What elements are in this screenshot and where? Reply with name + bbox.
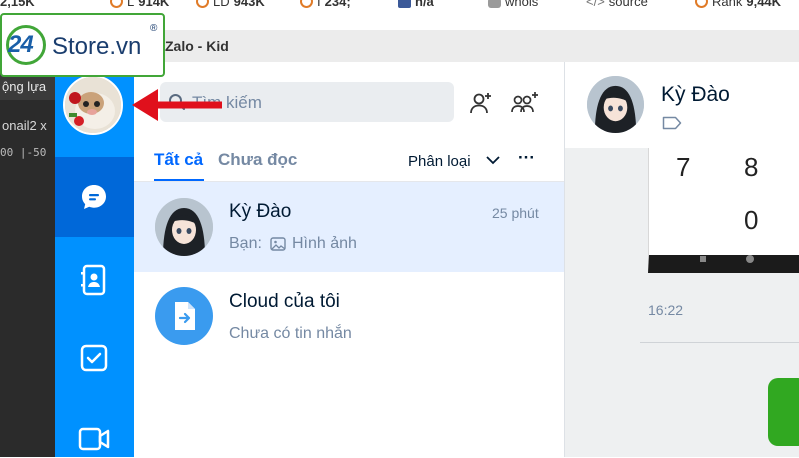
user-avatar[interactable] — [63, 75, 123, 135]
window-title: Zalo - Kid — [165, 38, 229, 54]
conversation-preview: Chưa có tin nhắn — [229, 325, 352, 342]
stat-item[interactable]: </> source — [586, 0, 648, 9]
conversation-name: Cloud của tôi — [229, 291, 340, 312]
background-ruler: 00 |-50 — [0, 146, 47, 159]
site-logo: 24 Store.vn ® — [0, 13, 165, 77]
keypad-key: 0 — [744, 205, 759, 235]
background-window: ộng lựa onail2 x 00 |-50 — [0, 30, 55, 457]
facebook-icon — [398, 0, 411, 8]
filter-dropdown[interactable]: Phân loại — [408, 153, 471, 170]
add-friend-icon[interactable] — [468, 90, 494, 116]
image-icon — [270, 237, 286, 251]
video-icon[interactable] — [78, 425, 110, 453]
tab-all[interactable]: Tất cả — [154, 150, 203, 170]
window-titlebar: Zalo - Kid — [55, 30, 799, 63]
stat-item[interactable]: LD 943K — [196, 0, 265, 9]
person-icon — [488, 0, 501, 8]
nav-home-icon — [746, 255, 754, 263]
create-group-icon[interactable] — [510, 90, 540, 116]
cloud-avatar — [155, 287, 213, 345]
stat-item[interactable]: 2,15K — [0, 0, 35, 9]
tab-unread[interactable]: Chưa đọc — [218, 150, 297, 170]
tag-icon[interactable] — [662, 116, 682, 130]
conversation-sender: Bạn: — [229, 235, 262, 252]
conversation-time: 25 phút — [492, 205, 539, 221]
stat-item[interactable]: L 914K — [110, 0, 169, 9]
nav-square-icon — [700, 256, 706, 262]
conversation-name: Kỳ Đào — [229, 201, 292, 222]
search-input[interactable] — [190, 82, 444, 124]
chat-contact-name: Kỳ Đào — [661, 83, 730, 106]
orange-circle-icon — [695, 0, 708, 8]
stat-item[interactable]: whois — [488, 0, 538, 9]
logo-text: Store.vn — [52, 33, 142, 60]
registered-mark: ® — [150, 23, 158, 34]
contacts-icon[interactable] — [80, 264, 108, 296]
cloud-file-icon — [175, 302, 195, 330]
orange-circle-icon — [110, 0, 123, 8]
red-arrow-icon — [132, 89, 222, 121]
green-action-button[interactable] — [768, 378, 799, 446]
background-text: ộng lựa — [0, 74, 55, 100]
chat-contact-avatar[interactable] — [587, 76, 644, 133]
cat-avatar-icon — [65, 77, 121, 133]
chat-bubble-icon — [80, 183, 108, 211]
stat-item[interactable]: I 234; — [300, 0, 351, 9]
background-text: onail2 x — [2, 118, 47, 133]
code-icon: </> — [586, 0, 605, 9]
logo-number: 24 — [8, 31, 34, 58]
stat-item[interactable]: Rank 9,44K — [695, 0, 781, 9]
image-message[interactable]: 7 8 0 — [648, 148, 799, 273]
checkbox-icon[interactable] — [80, 344, 108, 372]
keypad-key: 7 — [676, 152, 691, 182]
message-time: 16:22 — [648, 302, 684, 318]
conversation-preview: Hình ảnh — [292, 235, 357, 252]
contact-avatar — [155, 198, 213, 256]
orange-circle-icon — [300, 0, 313, 8]
more-options-button[interactable]: ··· — [518, 148, 535, 168]
divider — [640, 342, 799, 343]
orange-circle-icon — [196, 0, 209, 8]
chevron-down-icon[interactable] — [486, 155, 500, 165]
stat-item[interactable]: n/a — [398, 0, 434, 9]
keypad-key: 8 — [744, 152, 759, 182]
